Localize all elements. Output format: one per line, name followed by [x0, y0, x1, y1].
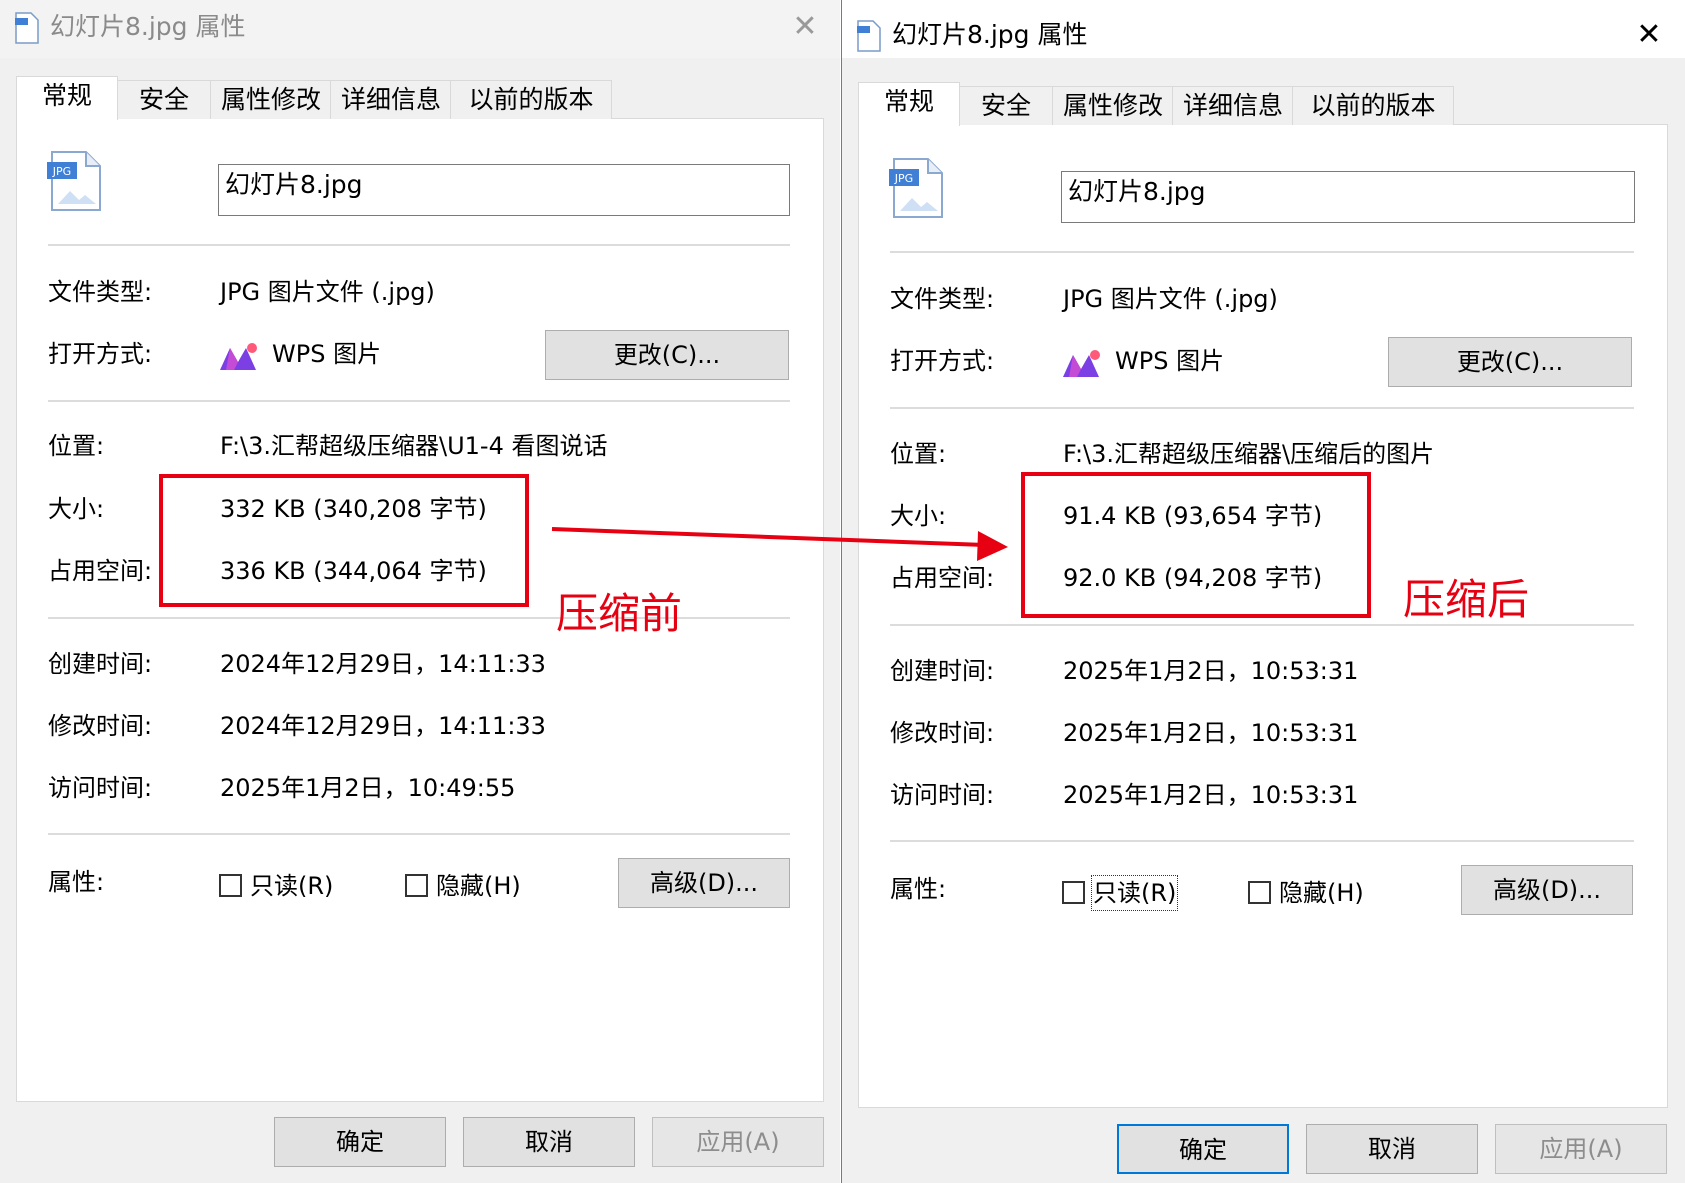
file-type-value: JPG 图片文件 (.jpg) [1063, 285, 1278, 313]
modified-value: 2024年12月29日，14:11:33 [220, 712, 546, 740]
accessed-label: 访问时间: [890, 781, 995, 809]
close-icon[interactable]: ✕ [788, 10, 822, 44]
size-on-disk-label: 占用空间: [890, 564, 995, 592]
jpg-file-icon: JPG [889, 158, 943, 218]
accessed-label: 访问时间: [48, 774, 153, 802]
ok-button[interactable]: 确定 [1117, 1124, 1289, 1174]
annotation-after-label: 压缩后 [1403, 575, 1530, 624]
cancel-button[interactable]: 取消 [463, 1117, 635, 1167]
tab-attribute-edit[interactable]: 属性修改 [210, 80, 332, 119]
advanced-button[interactable]: 高级(D)... [618, 858, 790, 908]
change-button[interactable]: 更改(C)... [545, 330, 789, 380]
readonly-checkbox[interactable] [1062, 881, 1085, 904]
open-with-label: 打开方式: [890, 347, 995, 375]
file-icon [15, 12, 39, 44]
created-label: 创建时间: [48, 650, 153, 678]
wps-pictures-icon [1063, 350, 1100, 377]
title-bar[interactable]: 幻灯片8.jpg 属性 ✕ [842, 0, 1685, 58]
tab-security[interactable]: 安全 [116, 80, 212, 119]
accessed-value: 2025年1月2日，10:53:31 [1063, 781, 1359, 809]
hidden-checkbox[interactable] [405, 874, 428, 897]
tab-previous-versions[interactable]: 以前的版本 [450, 80, 612, 119]
readonly-checkbox[interactable] [219, 874, 242, 897]
file-name-input[interactable]: 幻灯片8.jpg [218, 164, 790, 216]
created-value: 2025年1月2日，10:53:31 [1063, 657, 1359, 685]
readonly-label[interactable]: 只读(R) [1090, 875, 1179, 911]
attributes-label: 属性: [890, 875, 947, 903]
advanced-button[interactable]: 高级(D)... [1461, 865, 1633, 915]
file-type-value: JPG 图片文件 (.jpg) [220, 278, 435, 306]
ok-button[interactable]: 确定 [274, 1117, 446, 1167]
separator [890, 840, 1634, 842]
highlight-box-after [1021, 472, 1371, 618]
hidden-label[interactable]: 隐藏(H) [436, 870, 521, 902]
hidden-label[interactable]: 隐藏(H) [1279, 877, 1364, 909]
tab-general[interactable]: 常规 [16, 76, 118, 120]
readonly-label[interactable]: 只读(R) [250, 870, 333, 902]
open-with-label: 打开方式: [48, 340, 153, 368]
tab-attribute-edit[interactable]: 属性修改 [1052, 86, 1174, 125]
separator [48, 833, 790, 835]
title-bar[interactable]: 幻灯片8.jpg 属性 ✕ [0, 0, 840, 58]
separator [890, 407, 1634, 409]
cancel-button[interactable]: 取消 [1306, 1124, 1478, 1174]
annotation-before-label: 压缩前 [556, 589, 683, 638]
size-label: 大小: [890, 502, 947, 530]
change-button[interactable]: 更改(C)... [1388, 337, 1632, 387]
created-value: 2024年12月29日，14:11:33 [220, 650, 546, 678]
tab-details[interactable]: 详细信息 [330, 80, 452, 119]
attributes-label: 属性: [48, 868, 105, 896]
hidden-checkbox[interactable] [1248, 881, 1271, 904]
open-with-app: WPS 图片 [272, 340, 382, 368]
open-with-app: WPS 图片 [1115, 347, 1225, 375]
close-icon[interactable]: ✕ [1632, 18, 1666, 52]
tab-security[interactable]: 安全 [958, 86, 1054, 125]
jpg-badge-text: JPG [52, 165, 71, 178]
size-on-disk-label: 占用空间: [48, 557, 153, 585]
modified-label: 修改时间: [890, 719, 995, 747]
size-label: 大小: [48, 495, 105, 523]
location-value: F:\3.汇帮超级压缩器\U1-4 看图说话 [220, 432, 608, 460]
location-value: F:\3.汇帮超级压缩器\压缩后的图片 [1063, 440, 1435, 468]
tab-details[interactable]: 详细信息 [1172, 86, 1294, 125]
file-name-input[interactable]: 幻灯片8.jpg [1061, 171, 1635, 223]
wps-pictures-icon [220, 343, 257, 370]
apply-button[interactable]: 应用(A) [1495, 1124, 1667, 1174]
location-label: 位置: [890, 440, 947, 468]
window-title: 幻灯片8.jpg 属性 [50, 12, 246, 41]
modified-value: 2025年1月2日，10:53:31 [1063, 719, 1359, 747]
window-title: 幻灯片8.jpg 属性 [892, 20, 1088, 49]
separator [48, 244, 790, 246]
jpg-file-icon: JPG [47, 151, 101, 211]
tab-panel-general [16, 118, 824, 1102]
accessed-value: 2025年1月2日，10:49:55 [220, 774, 516, 802]
jpg-badge-text: JPG [894, 172, 913, 185]
file-icon [857, 20, 881, 52]
tab-general[interactable]: 常规 [858, 82, 960, 126]
separator [890, 251, 1634, 253]
tab-previous-versions[interactable]: 以前的版本 [1292, 86, 1454, 125]
highlight-box-before [159, 474, 529, 607]
file-type-label: 文件类型: [48, 278, 153, 306]
location-label: 位置: [48, 432, 105, 460]
file-type-label: 文件类型: [890, 285, 995, 313]
separator [48, 400, 790, 402]
created-label: 创建时间: [890, 657, 995, 685]
modified-label: 修改时间: [48, 712, 153, 740]
apply-button[interactable]: 应用(A) [652, 1117, 824, 1167]
